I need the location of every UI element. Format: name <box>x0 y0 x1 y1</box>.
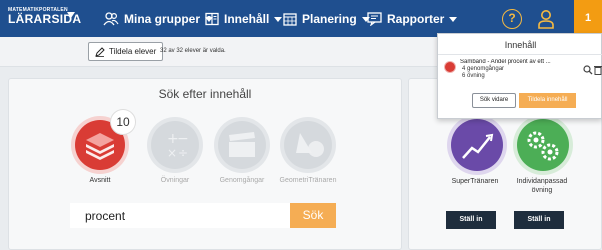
section-icon <box>444 61 456 73</box>
nav-reports[interactable]: Rapporter <box>367 10 458 28</box>
content-popup: Innehåll Samband - Andel procent av ett … <box>437 33 602 119</box>
svg-text:−: − <box>177 131 189 147</box>
adaptive-practice-setup-button[interactable]: Ställ in <box>514 211 564 229</box>
user-icon[interactable] <box>537 9 555 29</box>
help-icon[interactable]: ? <box>502 9 522 29</box>
nav-content-label: Innehåll <box>224 12 270 26</box>
nav-content[interactable]: Innehåll <box>205 10 283 28</box>
assign-content-button[interactable]: Tildela innehåll <box>519 93 576 108</box>
search-button[interactable]: Sök <box>290 203 336 228</box>
logo-dropdown-icon[interactable] <box>67 12 75 18</box>
report-icon <box>367 12 382 26</box>
search-input[interactable] <box>70 203 290 228</box>
selected-students-note: 32 av 32 elever är valda. <box>160 48 226 54</box>
chevron-down-icon <box>274 16 283 22</box>
chevron-down-icon <box>449 16 458 22</box>
nav-reports-label: Rapporter <box>387 12 445 26</box>
nav-planning[interactable]: Planering <box>283 10 370 28</box>
popup-item-walkthroughs: 4 genomgångar <box>462 66 505 72</box>
search-icon[interactable] <box>583 65 593 75</box>
nav-my-groups[interactable]: Mina grupper <box>103 10 214 28</box>
svg-text:÷: ÷ <box>178 146 188 160</box>
gears-icon <box>512 115 573 175</box>
nav-planning-label: Planering <box>302 12 357 26</box>
search-heading: Sök efter innehåll <box>158 87 252 101</box>
supertrainer-setup-button[interactable]: Ställ in <box>446 211 496 229</box>
trash-icon[interactable] <box>594 65 602 75</box>
book-icon <box>205 12 219 26</box>
logo-text: LÄRARSIDA <box>8 12 82 26</box>
pencil-icon <box>95 46 105 57</box>
popup-item-title[interactable]: Samband - Andel procent av ett ... <box>460 59 580 65</box>
nav-my-groups-label: Mina grupper <box>124 12 201 26</box>
notification-badge[interactable]: 1 <box>574 0 602 37</box>
type-geometry-trainer[interactable]: GeometriTränaren <box>278 115 338 190</box>
tool-supertrainer[interactable]: SuperTränaren <box>440 114 510 199</box>
type-exercises[interactable]: + − × ÷ Övningar <box>145 115 205 190</box>
popup-item-exercises: 6 övning <box>462 73 485 79</box>
logo[interactable]: MATEMATIKPORTALEN LÄRARSIDA <box>8 8 82 26</box>
type-geometry-trainer-label: GeometriTränaren <box>279 177 337 184</box>
clapperboard-icon <box>214 117 270 173</box>
popup-divider <box>438 54 602 55</box>
svg-text:×: × <box>167 146 177 160</box>
tool-supertrainer-label: SuperTränaren <box>451 178 499 185</box>
top-navbar: MATEMATIKPORTALEN LÄRARSIDA Mina grupper… <box>0 0 602 37</box>
exercises-icon: + − × ÷ <box>147 117 203 173</box>
chart-trend-icon <box>447 115 507 175</box>
geometry-icon <box>280 117 336 173</box>
assign-students-button[interactable]: Tildela elever <box>88 42 164 61</box>
tool-adaptive-practice[interactable]: Individanpassad övning <box>510 114 574 199</box>
tool-adaptive-practice-label: Individanpassad övning <box>516 178 568 194</box>
calendar-icon <box>283 13 297 26</box>
search-more-button[interactable]: Sök vidare <box>472 93 516 108</box>
popup-title: Innehåll <box>504 40 537 50</box>
assign-students-label: Tildela elever <box>109 47 157 56</box>
groups-icon <box>103 12 119 26</box>
result-count-badge: 10 <box>110 109 136 135</box>
